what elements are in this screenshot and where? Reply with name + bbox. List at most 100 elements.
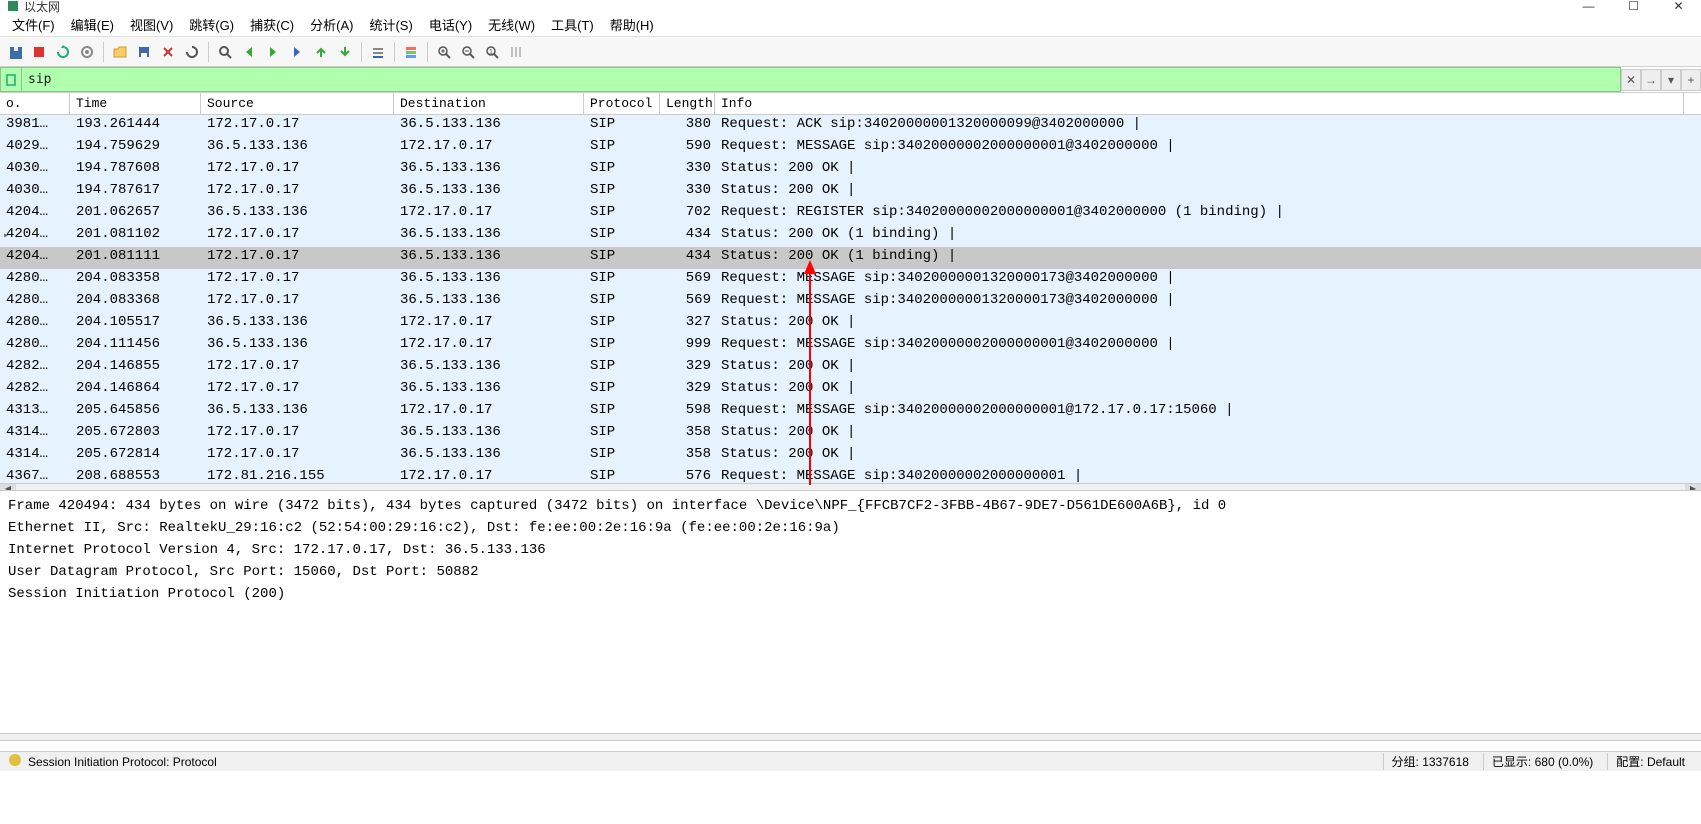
status-profile[interactable]: 配置: Default (1607, 753, 1693, 770)
open-file-button[interactable] (109, 41, 131, 63)
column-header-protocol[interactable]: Protocol (584, 93, 660, 114)
cell-length: 327 (660, 313, 715, 335)
packet-row[interactable]: 4204…201.081111172.17.0.1736.5.133.136SI… (0, 247, 1701, 269)
colorize-button[interactable] (400, 41, 422, 63)
resize-columns-button[interactable] (505, 41, 527, 63)
detail-line[interactable]: Internet Protocol Version 4, Src: 172.17… (8, 539, 1693, 561)
add-filter-button[interactable]: + (1681, 69, 1701, 91)
display-filter-bar: ✕ → ▾ + (0, 67, 1701, 93)
go-to-packet-button[interactable] (286, 41, 308, 63)
filter-bookmark-icon[interactable] (0, 67, 22, 92)
clear-filter-button[interactable]: ✕ (1621, 69, 1641, 91)
close-file-button[interactable] (157, 41, 179, 63)
cell-protocol: SIP (584, 291, 660, 313)
packet-row[interactable]: 4314…205.672803172.17.0.1736.5.133.136SI… (0, 423, 1701, 445)
packet-row[interactable]: 4314…205.672814172.17.0.1736.5.133.136SI… (0, 445, 1701, 467)
status-displayed: 已显示: 680 (0.0%) (1483, 753, 1601, 770)
packet-row[interactable]: 4030…194.787617172.17.0.1736.5.133.136SI… (0, 181, 1701, 203)
zoom-in-button[interactable] (433, 41, 455, 63)
cell-source: 172.17.0.17 (201, 269, 394, 291)
packet-row[interactable]: 4030…194.787608172.17.0.1736.5.133.136SI… (0, 159, 1701, 181)
splitter-detail-bytes[interactable] (0, 733, 1701, 741)
column-header-source[interactable]: Source (201, 93, 394, 114)
display-filter-input[interactable] (22, 67, 1621, 92)
packet-row[interactable]: ▸4204…201.081102172.17.0.1736.5.133.136S… (0, 225, 1701, 247)
menu-capture[interactable]: 捕获(C) (242, 12, 302, 37)
cell-time: 194.759629 (70, 137, 201, 159)
packet-detail-pane[interactable]: Frame 420494: 434 bytes on wire (3472 bi… (0, 491, 1701, 733)
packet-row[interactable]: 4367…208.688553172.81.216.155172.17.0.17… (0, 467, 1701, 483)
menu-file[interactable]: 文件(F) (4, 12, 63, 37)
column-header-length[interactable]: Length (660, 93, 715, 114)
cell-no: 4282… (0, 357, 70, 379)
apply-filter-button[interactable]: → (1641, 69, 1661, 91)
cell-info: Status: 200 OK (1 binding) | (715, 247, 1701, 269)
auto-scroll-button[interactable] (367, 41, 389, 63)
menu-go[interactable]: 跳转(G) (181, 12, 242, 37)
column-header-destination[interactable]: Destination (394, 93, 584, 114)
packet-row[interactable]: 4282…204.146864172.17.0.1736.5.133.136SI… (0, 379, 1701, 401)
detail-line[interactable]: User Datagram Protocol, Src Port: 15060,… (8, 561, 1693, 583)
packet-row[interactable]: 4029…194.75962936.5.133.136172.17.0.17SI… (0, 137, 1701, 159)
menu-statistics[interactable]: 统计(S) (361, 12, 420, 37)
packet-row[interactable]: 4280…204.083368172.17.0.1736.5.133.136SI… (0, 291, 1701, 313)
packet-row[interactable]: 3981…193.261444172.17.0.1736.5.133.136SI… (0, 115, 1701, 137)
zoom-reset-button[interactable]: 1 (481, 41, 503, 63)
packet-list-pane[interactable]: 3981…193.261444172.17.0.1736.5.133.136SI… (0, 115, 1701, 483)
splitter-packet-detail[interactable]: ◀ ▶ (0, 483, 1701, 491)
restart-capture-button[interactable] (52, 41, 74, 63)
detail-line[interactable]: Session Initiation Protocol (200) (8, 583, 1693, 605)
go-last-button[interactable] (334, 41, 356, 63)
hscroll-left-icon[interactable]: ◀ (0, 484, 16, 491)
cell-destination: 36.5.133.136 (394, 269, 584, 291)
cell-source: 36.5.133.136 (201, 137, 394, 159)
cell-source: 172.17.0.17 (201, 225, 394, 247)
zoom-out-button[interactable] (457, 41, 479, 63)
column-header-no[interactable]: o. (0, 93, 70, 114)
packet-row[interactable]: 4280…204.10551736.5.133.136172.17.0.17SI… (0, 313, 1701, 335)
cell-destination: 36.5.133.136 (394, 115, 584, 137)
expert-info-icon[interactable] (8, 753, 22, 770)
packet-row[interactable]: 4204…201.06265736.5.133.136172.17.0.17SI… (0, 203, 1701, 225)
column-header-info[interactable]: Info (715, 93, 1684, 114)
go-back-button[interactable] (238, 41, 260, 63)
menu-help[interactable]: 帮助(H) (602, 12, 662, 37)
cell-protocol: SIP (584, 203, 660, 225)
detail-line[interactable]: Frame 420494: 434 bytes on wire (3472 bi… (8, 495, 1693, 517)
cell-length: 329 (660, 357, 715, 379)
packet-row[interactable]: 4280…204.11145636.5.133.136172.17.0.17SI… (0, 335, 1701, 357)
column-header-time[interactable]: Time (70, 93, 201, 114)
find-packet-button[interactable] (214, 41, 236, 63)
cell-destination: 36.5.133.136 (394, 159, 584, 181)
close-button[interactable]: ✕ (1656, 0, 1701, 12)
hscroll-right-icon[interactable]: ▶ (1685, 484, 1701, 491)
go-forward-button[interactable] (262, 41, 284, 63)
maximize-button[interactable]: ☐ (1611, 0, 1656, 12)
cell-length: 329 (660, 379, 715, 401)
capture-options-button[interactable] (76, 41, 98, 63)
menu-edit[interactable]: 编辑(E) (63, 12, 122, 37)
cell-time: 205.645856 (70, 401, 201, 423)
menu-view[interactable]: 视图(V) (122, 12, 181, 37)
go-first-button[interactable] (310, 41, 332, 63)
hscroll-track[interactable] (16, 484, 1685, 491)
menu-tools[interactable]: 工具(T) (543, 12, 602, 37)
cell-length: 330 (660, 159, 715, 181)
filter-dropdown-button[interactable]: ▾ (1661, 69, 1681, 91)
save-file-button[interactable] (133, 41, 155, 63)
stop-capture-button[interactable] (28, 41, 50, 63)
menu-telephony[interactable]: 电话(Y) (421, 12, 480, 37)
packet-bytes-pane[interactable] (0, 741, 1701, 751)
cell-info: Status: 200 OK | (715, 379, 1701, 401)
minimize-button[interactable]: — (1566, 0, 1611, 12)
packet-row[interactable]: 4313…205.64585636.5.133.136172.17.0.17SI… (0, 401, 1701, 423)
menu-wireless[interactable]: 无线(W) (480, 12, 543, 37)
start-capture-button[interactable] (4, 41, 26, 63)
packet-row[interactable]: 4280…204.083358172.17.0.1736.5.133.136SI… (0, 269, 1701, 291)
packet-row[interactable]: 4282…204.146855172.17.0.1736.5.133.136SI… (0, 357, 1701, 379)
detail-line[interactable]: Ethernet II, Src: RealtekU_29:16:c2 (52:… (8, 517, 1693, 539)
menu-analyze[interactable]: 分析(A) (302, 12, 361, 37)
reload-button[interactable] (181, 41, 203, 63)
cell-length: 380 (660, 115, 715, 137)
cell-no: 4030… (0, 159, 70, 181)
